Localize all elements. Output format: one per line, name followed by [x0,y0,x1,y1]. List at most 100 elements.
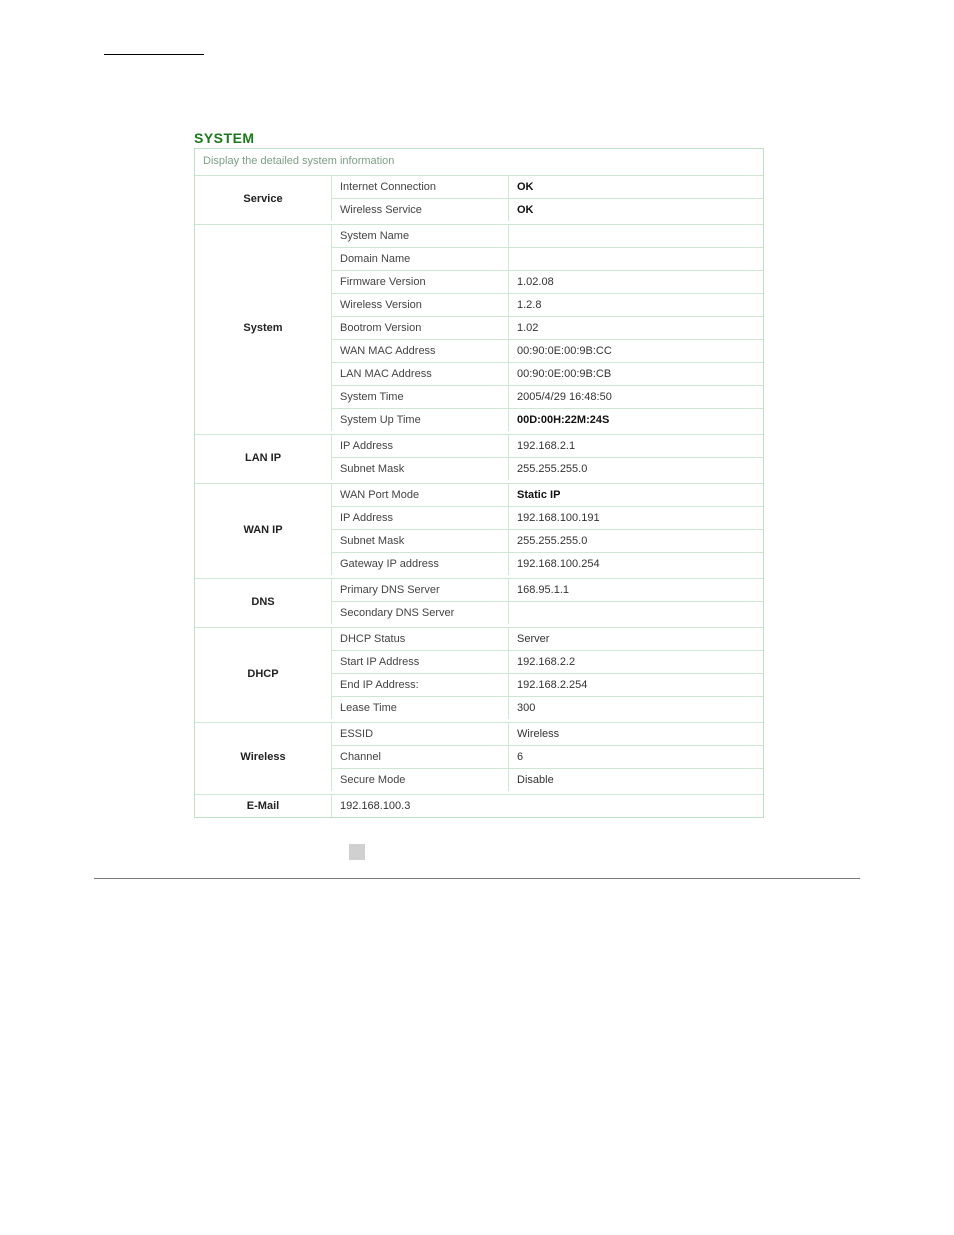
key: Start IP Address [332,651,508,673]
value: 00D:00H:22M:24S [508,409,763,431]
section-dns: DNS Primary DNS Server168.95.1.1 Seconda… [195,578,763,624]
row-dhcp-end-ip: End IP Address:192.168.2.254 [332,674,763,697]
value: Static IP [508,484,763,506]
value: 255.255.255.0 [508,530,763,552]
row-bootrom-version: Bootrom Version1.02 [332,317,763,340]
row-essid: ESSIDWireless [332,723,763,746]
key: Wireless Service [332,199,508,221]
system-table: Display the detailed system information … [194,148,764,818]
value: Disable [508,769,763,791]
value [508,225,763,247]
section-lan-ip: LAN IP IP Address192.168.2.1 Subnet Mask… [195,434,763,480]
key: WAN MAC Address [332,340,508,362]
row-system-time: System Time2005/4/29 16:48:50 [332,386,763,409]
row-lan-ip-address: IP Address192.168.2.1 [332,435,763,458]
key: ESSID [332,723,508,745]
value: 168.95.1.1 [508,579,763,601]
section-service: Service Internet Connection OK Wireless … [195,175,763,221]
value: Server [508,628,763,650]
section-label-wireless: Wireless [195,723,332,791]
value: 6 [508,746,763,768]
system-panel: SYSTEM Display the detailed system infor… [194,130,764,818]
row-primary-dns: Primary DNS Server168.95.1.1 [332,579,763,602]
row-internet-connection: Internet Connection OK [332,176,763,199]
row-wireless-version: Wireless Version1.2.8 [332,294,763,317]
key: System Name [332,225,508,247]
row-dhcp-start-ip: Start IP Address192.168.2.2 [332,651,763,674]
key: System Up Time [332,409,508,431]
section-label-email: E-Mail [195,795,332,817]
value: 300 [508,697,763,719]
key: Primary DNS Server [332,579,508,601]
row-wan-port-mode: WAN Port ModeStatic IP [332,484,763,507]
value: 1.2.8 [508,294,763,316]
row-secondary-dns: Secondary DNS Server [332,602,763,624]
row-system-name: System Name [332,225,763,248]
key: Firmware Version [332,271,508,293]
value: OK [508,199,763,221]
value [508,248,763,270]
section-email: E-Mail 192.168.100.3 [195,794,763,817]
row-lan-mac: LAN MAC Address00:90:0E:00:9B:CB [332,363,763,386]
header-underline [104,48,204,60]
row-wan-mac: WAN MAC Address00:90:0E:00:9B:CC [332,340,763,363]
value: 255.255.255.0 [508,458,763,480]
value: 1.02 [508,317,763,339]
row-system-uptime: System Up Time00D:00H:22M:24S [332,409,763,431]
key: Wireless Version [332,294,508,316]
value: Wireless [508,723,763,745]
row-wan-ip-address: IP Address192.168.100.191 [332,507,763,530]
email-value: 192.168.100.3 [332,795,763,817]
section-system: System System Name Domain Name Firmware … [195,224,763,431]
value: 00:90:0E:00:9B:CC [508,340,763,362]
row-lan-subnet: Subnet Mask255.255.255.0 [332,458,763,480]
key: Internet Connection [332,176,508,198]
panel-subtitle: Display the detailed system information [195,149,763,173]
key: Secure Mode [332,769,508,791]
section-wireless: Wireless ESSIDWireless Channel6 Secure M… [195,722,763,791]
row-domain-name: Domain Name [332,248,763,271]
section-label-wan-ip: WAN IP [195,484,332,575]
row-secure-mode: Secure ModeDisable [332,769,763,791]
key: Channel [332,746,508,768]
key: IP Address [332,435,508,457]
key: Bootrom Version [332,317,508,339]
row-firmware-version: Firmware Version1.02.08 [332,271,763,294]
key: Secondary DNS Server [332,602,508,624]
row-dhcp-status: DHCP StatusServer [332,628,763,651]
section-label-service: Service [195,176,332,221]
value: 192.168.100.191 [508,507,763,529]
value: 192.168.2.254 [508,674,763,696]
row-wireless-service: Wireless Service OK [332,199,763,221]
key: Subnet Mask [332,530,508,552]
key: System Time [332,386,508,408]
value [508,602,763,624]
value: 2005/4/29 16:48:50 [508,386,763,408]
key: Domain Name [332,248,508,270]
section-label-lan-ip: LAN IP [195,435,332,480]
value: 192.168.2.1 [508,435,763,457]
key: WAN Port Mode [332,484,508,506]
row-channel: Channel6 [332,746,763,769]
key: Gateway IP address [332,553,508,575]
section-label-dhcp: DHCP [195,628,332,719]
footer-square-icon [349,844,365,860]
panel-title: SYSTEM [194,130,764,146]
row-dhcp-lease-time: Lease Time300 [332,697,763,719]
key: Lease Time [332,697,508,719]
footer-rule [94,878,860,879]
value: 192.168.2.2 [508,651,763,673]
key: DHCP Status [332,628,508,650]
section-dhcp: DHCP DHCP StatusServer Start IP Address1… [195,627,763,719]
section-wan-ip: WAN IP WAN Port ModeStatic IP IP Address… [195,483,763,575]
key: LAN MAC Address [332,363,508,385]
section-label-dns: DNS [195,579,332,624]
value: 192.168.100.254 [508,553,763,575]
key: End IP Address: [332,674,508,696]
value: OK [508,176,763,198]
key: Subnet Mask [332,458,508,480]
value: 1.02.08 [508,271,763,293]
row-wan-subnet: Subnet Mask255.255.255.0 [332,530,763,553]
section-label-system: System [195,225,332,431]
value: 00:90:0E:00:9B:CB [508,363,763,385]
